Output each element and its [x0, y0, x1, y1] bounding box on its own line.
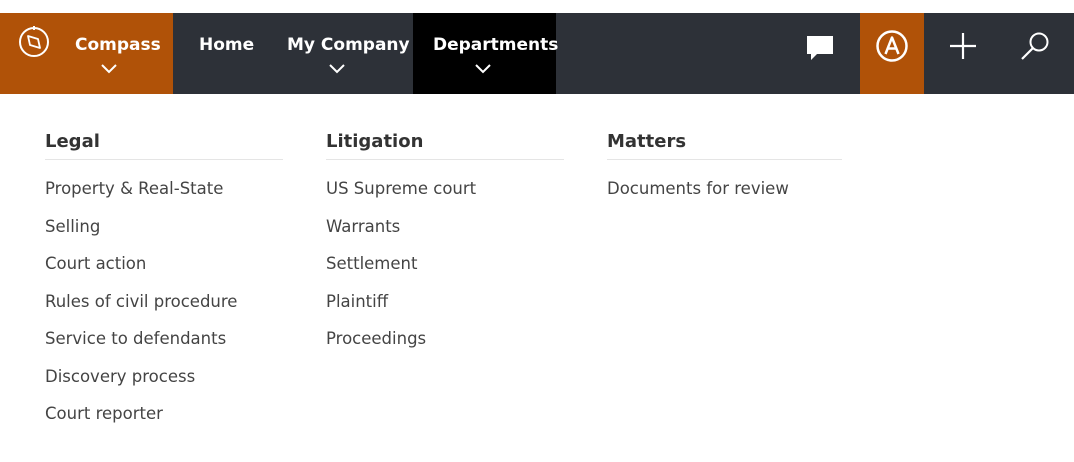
chat-icon [807, 36, 833, 60]
menu-item-warrants[interactable]: Warrants [326, 215, 564, 253]
top-navigation-bar: Compass Home My Company Departments [0, 0, 1074, 94]
chat-button[interactable] [789, 13, 853, 94]
menu-heading-litigation: Litigation [326, 130, 564, 160]
menu-item-rules-civil-procedure[interactable]: Rules of civil procedure [45, 290, 283, 328]
menu-item-discovery-process[interactable]: Discovery process [45, 365, 283, 403]
menu-item-court-reporter[interactable]: Court reporter [45, 402, 283, 440]
menu-item-documents-for-review[interactable]: Documents for review [607, 177, 842, 215]
menu-column-litigation: Litigation US Supreme court Warrants Set… [326, 130, 564, 365]
add-button[interactable] [930, 13, 994, 94]
profile-button[interactable] [860, 13, 924, 94]
menu-item-court-action[interactable]: Court action [45, 252, 283, 290]
compass-menu-button[interactable]: Compass [0, 13, 173, 94]
chevron-down-icon [101, 59, 117, 79]
search-button[interactable] [1003, 13, 1067, 94]
nav-home[interactable]: Home [181, 13, 266, 94]
nav-my-company[interactable]: My Company [272, 13, 410, 94]
menu-column-legal: Legal Property & Real-State Selling Cour… [45, 130, 283, 440]
menu-heading-matters: Matters [607, 130, 842, 160]
search-icon [1021, 32, 1049, 60]
compass-label: Compass [75, 35, 161, 55]
menu-item-us-supreme-court[interactable]: US Supreme court [326, 177, 564, 215]
menu-item-plaintiff[interactable]: Plaintiff [326, 290, 564, 328]
nav-departments[interactable]: Departments [413, 13, 559, 94]
menu-item-service-to-defendants[interactable]: Service to defendants [45, 327, 283, 365]
compass-icon [17, 25, 51, 64]
menu-item-proceedings[interactable]: Proceedings [326, 327, 564, 365]
chevron-down-icon [329, 59, 345, 79]
menu-item-property-real-state[interactable]: Property & Real-State [45, 177, 283, 215]
menu-item-settlement[interactable]: Settlement [326, 252, 564, 290]
departments-mega-menu: Legal Property & Real-State Selling Cour… [0, 94, 1074, 462]
nav-departments-label: Departments [433, 35, 559, 55]
profile-icon [876, 30, 908, 62]
nav-my-company-label: My Company [287, 35, 410, 55]
chevron-down-icon [475, 59, 491, 79]
menu-item-selling[interactable]: Selling [45, 215, 283, 253]
nav-home-label: Home [199, 35, 255, 55]
menu-column-matters: Matters Documents for review [607, 130, 842, 215]
add-icon [950, 33, 976, 59]
menu-heading-legal: Legal [45, 130, 283, 160]
